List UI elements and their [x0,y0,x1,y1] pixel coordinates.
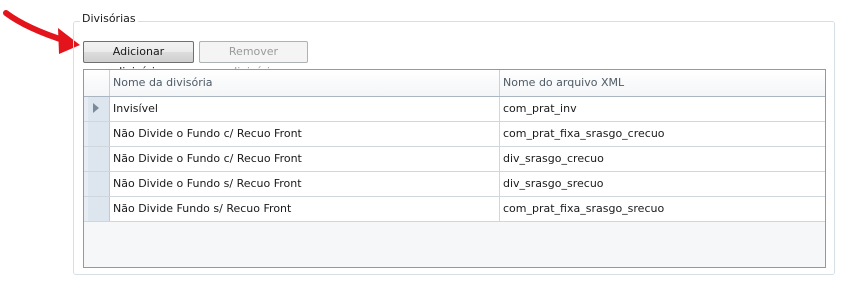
add-division-button[interactable]: Adicionar divisória [83,41,194,78]
cell-division-name[interactable]: Não Divide o Fundo c/ Recuo Front [110,147,500,171]
row-header[interactable] [84,97,110,121]
group-title: Divisórias [80,12,138,26]
row-header[interactable] [84,147,110,171]
cell-xml-file[interactable]: div_srasgo_crecuo [500,147,825,171]
cell-division-name[interactable]: Não Divide o Fundo s/ Recuo Front [110,172,500,196]
table-row[interactable]: Não Divide Fundo s/ Recuo Front com_prat… [84,197,825,222]
column-header-name[interactable]: Nome da divisória [110,70,500,96]
cell-division-name[interactable]: Não Divide o Fundo c/ Recuo Front [110,122,500,146]
cell-xml-file[interactable]: div_srasgo_srecuo [500,172,825,196]
row-header[interactable] [84,122,110,146]
divisions-grid[interactable]: Nome da divisória Nome do arquivo XML In… [83,69,826,268]
cell-xml-file[interactable]: com_prat_fixa_srasgo_srecuo [500,197,825,221]
current-row-indicator-icon [93,103,99,113]
header-corner[interactable] [84,70,110,96]
cell-division-name[interactable]: Não Divide Fundo s/ Recuo Front [110,197,500,221]
table-row[interactable]: Não Divide o Fundo c/ Recuo Front div_sr… [84,147,825,172]
row-header[interactable] [84,172,110,196]
column-header-xml-file[interactable]: Nome do arquivo XML [500,70,825,96]
table-row[interactable]: Invisível com_prat_inv [84,97,825,122]
cell-xml-file[interactable]: com_prat_inv [500,97,825,121]
table-row[interactable]: Não Divide o Fundo c/ Recuo Front com_pr… [84,122,825,147]
row-header[interactable] [84,197,110,221]
table-row[interactable]: Não Divide o Fundo s/ Recuo Front div_sr… [84,172,825,197]
cell-division-name[interactable]: Invisível [110,97,500,121]
cell-xml-file[interactable]: com_prat_fixa_srasgo_crecuo [500,122,825,146]
remove-division-button[interactable]: Remover divisória [199,41,308,78]
grid-header: Nome da divisória Nome do arquivo XML [84,70,825,97]
